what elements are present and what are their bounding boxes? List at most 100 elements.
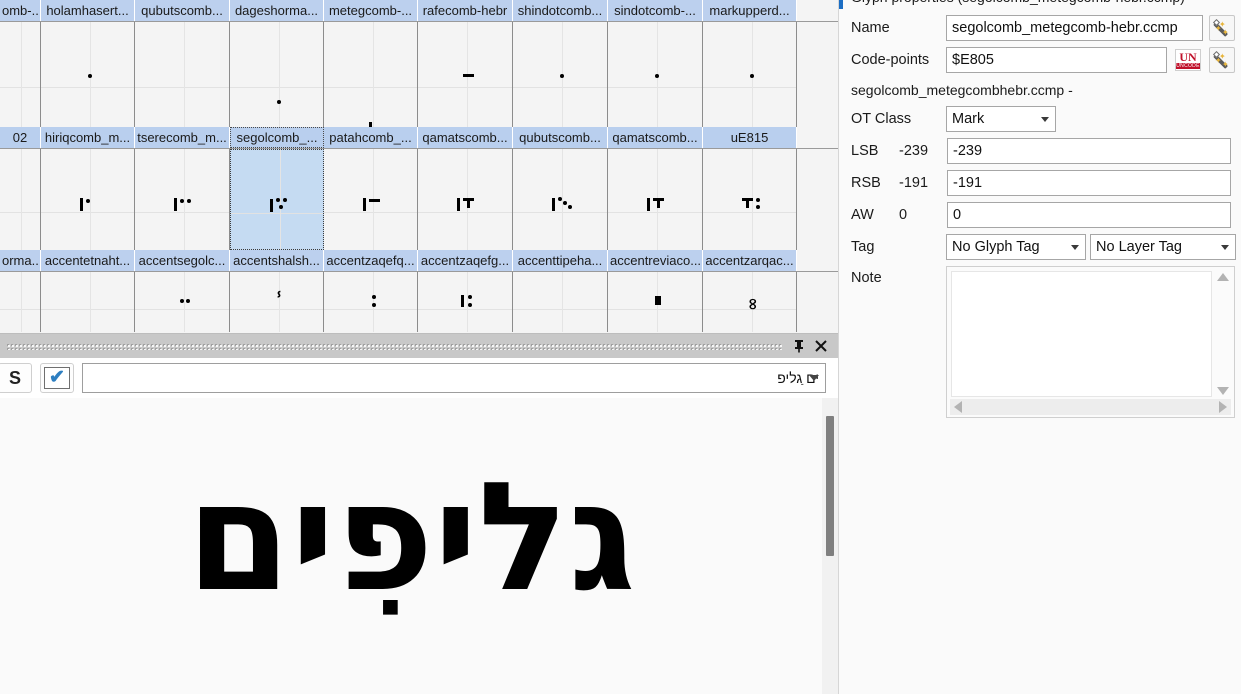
- glyph-name-label[interactable]: shindotcomb...: [513, 0, 608, 21]
- pin-icon[interactable]: [788, 335, 810, 357]
- glyph-name-label[interactable]: sindotcomb-...: [608, 0, 703, 21]
- glyph-cell[interactable]: [608, 272, 703, 332]
- magic-wand-icon: ✦ ✦ ✦: [1212, 18, 1231, 37]
- properties-title: Glyph properties (segolcomb_metegcomb-he…: [851, 0, 1185, 5]
- glyph-name-label[interactable]: qubutscomb...: [135, 0, 230, 21]
- note-horizontal-scrollbar[interactable]: [950, 399, 1231, 415]
- glyph-name-label[interactable]: accentzaqefq...: [324, 250, 418, 271]
- show-marks-checkbox-button[interactable]: ✔: [40, 363, 74, 393]
- glyph-name-label[interactable]: omb-...: [0, 0, 41, 21]
- aw-label: AW: [851, 207, 874, 223]
- glyph-name-label[interactable]: markupperd...: [703, 0, 797, 21]
- glyph-mark-preview: [355, 196, 391, 218]
- glyph-cell[interactable]: [230, 149, 324, 250]
- name-input[interactable]: segolcomb_metegcomb-hebr.ccmp: [946, 15, 1203, 41]
- scroll-left-icon[interactable]: [954, 401, 962, 413]
- glyph-cell[interactable]: [418, 22, 513, 127]
- glyph-name-label[interactable]: accentreviaco...: [608, 250, 703, 271]
- unicode-button[interactable]: UN UNCODE: [1173, 47, 1203, 73]
- glyph-cell[interactable]: [135, 272, 230, 332]
- checkbox-box[interactable]: ✔: [44, 367, 70, 389]
- glyph-name-label[interactable]: uE815: [703, 127, 797, 148]
- glyph-name-label[interactable]: tserecomb_m...: [135, 127, 230, 148]
- glyph-name-label[interactable]: accentzaqefg...: [418, 250, 513, 271]
- glyph-row-cells-3[interactable]: ⸯ ∞: [0, 272, 838, 332]
- glyph-tag-select[interactable]: No Glyph Tag: [946, 234, 1086, 260]
- canvas-scroll-thumb[interactable]: [826, 416, 834, 556]
- glyph-name-label[interactable]: qamatscomb...: [418, 127, 513, 148]
- unicode-badge-bottom: UNCODE: [1176, 63, 1200, 69]
- glyph-cell[interactable]: [230, 22, 324, 127]
- glyph-tag-value: No Glyph Tag: [952, 239, 1040, 255]
- glyph-name-label[interactable]: accentshalsh...: [230, 250, 324, 271]
- rsb-label: RSB: [851, 175, 881, 191]
- codepoints-magic-wand-button[interactable]: ✦ ✦ ✦: [1209, 47, 1235, 73]
- sample-text-combobox[interactable]: ים ַגליפ: [82, 363, 826, 393]
- glyph-cell[interactable]: [418, 272, 513, 332]
- glyph-cell[interactable]: [513, 272, 608, 332]
- glyph-cell[interactable]: [513, 22, 608, 127]
- glyph-cell[interactable]: [135, 149, 230, 250]
- rsb-input[interactable]: -191: [947, 170, 1231, 196]
- glyph-cell[interactable]: [0, 22, 41, 127]
- chevron-down-icon: [1071, 245, 1079, 250]
- glyph-name-label[interactable]: accentsegolc...: [135, 250, 230, 271]
- panel-drag-grip[interactable]: [6, 342, 782, 350]
- glyph-name-label[interactable]: orma...: [0, 250, 41, 271]
- glyph-grid-panel[interactable]: omb-... holamhasert... qubutscomb... dagesh…: [0, 0, 838, 333]
- style-toggle-button[interactable]: S: [0, 363, 32, 393]
- note-vertical-scrollbar[interactable]: [1214, 270, 1231, 398]
- aw-readout: 0: [899, 207, 908, 223]
- otclass-select[interactable]: Mark: [946, 106, 1056, 132]
- glyph-cell[interactable]: [0, 149, 41, 250]
- glyph-cell[interactable]: [608, 22, 703, 127]
- glyph-cell[interactable]: [41, 272, 135, 332]
- glyph-name-label[interactable]: 02: [0, 127, 41, 148]
- aw-input[interactable]: 0: [947, 202, 1231, 228]
- glyph-row-cells-2[interactable]: [0, 149, 838, 250]
- glyph-cell[interactable]: [324, 272, 418, 332]
- rsb-readout: -191: [899, 175, 929, 191]
- scroll-right-icon[interactable]: [1219, 401, 1227, 413]
- glyph-cell[interactable]: [418, 149, 513, 250]
- glyph-name-label[interactable]: accentetnaht...: [41, 250, 135, 271]
- glyph-name-label[interactable]: metegcomb-...: [324, 0, 418, 21]
- glyph-name-label[interactable]: rafecomb-hebr: [418, 0, 513, 21]
- codepoints-input[interactable]: $E805: [946, 47, 1167, 73]
- glyph-cell[interactable]: ⸯ: [230, 272, 324, 332]
- glyph-name-label[interactable]: accenttipeha...: [513, 250, 608, 271]
- glyph-cell[interactable]: ∞: [703, 272, 797, 332]
- glyph-name-label[interactable]: accentzarqac...: [703, 250, 797, 271]
- glyph-cell[interactable]: [703, 149, 797, 250]
- glyph-cell[interactable]: [0, 272, 41, 332]
- glyph-render-canvas[interactable]: גליפִים: [0, 398, 822, 694]
- name-magic-wand-button[interactable]: ✦ ✦ ✦: [1209, 15, 1235, 41]
- glyph-name-label[interactable]: segolcomb_...: [230, 127, 324, 148]
- glyph-cell[interactable]: [41, 22, 135, 127]
- note-textarea[interactable]: [951, 271, 1212, 397]
- glyph-cell[interactable]: [324, 149, 418, 250]
- scroll-up-icon[interactable]: [1216, 273, 1229, 281]
- glyph-name-label[interactable]: qamatscomb...: [608, 127, 703, 148]
- glyph-row-cells-1[interactable]: [0, 22, 838, 127]
- close-icon[interactable]: [810, 335, 832, 357]
- glyph-cell[interactable]: [513, 149, 608, 250]
- glyph-name-label[interactable]: patahcomb_...: [324, 127, 418, 148]
- preview-toolbar[interactable]: S ✔ ים ַגליפ: [0, 358, 838, 398]
- glyph-cell[interactable]: [135, 22, 230, 127]
- note-field-container[interactable]: [946, 266, 1235, 418]
- layer-tag-select[interactable]: No Layer Tag: [1090, 234, 1236, 260]
- glyph-name-label[interactable]: dageshorma...: [230, 0, 324, 21]
- glyph-cell[interactable]: [41, 149, 135, 250]
- canvas-vertical-scrollbar[interactable]: [822, 398, 838, 694]
- scroll-down-icon[interactable]: [1216, 387, 1229, 395]
- glyph-cell[interactable]: [703, 22, 797, 127]
- glyph-cell[interactable]: [324, 22, 418, 127]
- lsb-input[interactable]: -239: [947, 138, 1231, 164]
- glyph-name-label[interactable]: qubutscomb...: [513, 127, 608, 148]
- chevron-down-icon[interactable]: [809, 375, 819, 381]
- glyph-name-label[interactable]: hiriqcomb_m...: [41, 127, 135, 148]
- glyph-name-label[interactable]: holamhasert...: [41, 0, 135, 21]
- otclass-row: OT Class Mark: [839, 106, 1241, 132]
- glyph-cell[interactable]: [608, 149, 703, 250]
